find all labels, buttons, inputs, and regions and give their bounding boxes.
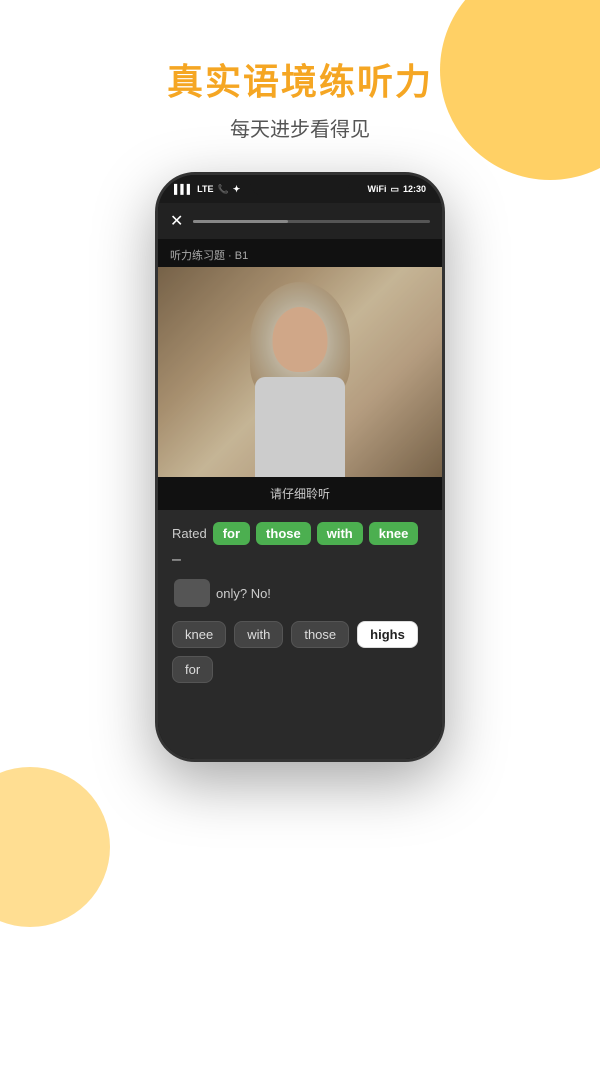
only-no-text: only? No!	[216, 586, 271, 601]
status-right: WiFi ▭ 12:30	[368, 184, 426, 195]
progress-bar	[193, 220, 430, 223]
option-knee[interactable]: knee	[172, 621, 226, 648]
battery-icon: ▭	[390, 184, 399, 195]
progress-fill	[193, 220, 288, 223]
option-for[interactable]: for	[172, 656, 213, 683]
wifi-icon: WiFi	[368, 184, 387, 194]
screen-topbar: ✕	[158, 203, 442, 239]
phone-container: ▌▌▌ LTE 📞 ✦ WiFi ▭ 12:30 ✕ 听力练习题 · B1	[0, 172, 600, 762]
option-with[interactable]: with	[234, 621, 283, 648]
option-those[interactable]: those	[291, 621, 349, 648]
close-button[interactable]: ✕	[170, 211, 183, 231]
video-thumbnail	[158, 267, 442, 477]
video-area	[158, 267, 442, 477]
sentence-rated-label: Rated	[172, 526, 207, 541]
phone-mockup: ▌▌▌ LTE 📞 ✦ WiFi ▭ 12:30 ✕ 听力练习题 · B1	[155, 172, 445, 762]
answer-panel: Rated for those with knee – only? No! kn…	[158, 510, 442, 759]
exercise-label: 听力练习题 · B1	[158, 239, 442, 267]
sentence-row: Rated for those with knee –	[172, 522, 428, 569]
word-chip-those: those	[256, 522, 311, 545]
video-overlay	[158, 267, 442, 477]
dash-separator: –	[172, 551, 181, 569]
power-button	[442, 275, 445, 325]
word-chip-knee: knee	[369, 522, 419, 545]
only-no-row: only? No!	[174, 579, 428, 607]
main-title: 真实语境练听力	[0, 60, 600, 103]
options-row: knee with those highs for	[172, 621, 428, 683]
listen-instruction: 请仔细聆听	[158, 477, 442, 510]
word-chip-with: with	[317, 522, 363, 545]
bluetooth-icon: ✦	[233, 184, 241, 195]
network-type: LTE	[197, 184, 213, 194]
phone-icon: 📞	[217, 184, 228, 195]
status-left: ▌▌▌ LTE 📞 ✦	[174, 184, 240, 195]
header-section: 真实语境练听力 每天进步看得见	[0, 0, 600, 142]
blank-chip	[174, 579, 210, 607]
time-display: 12:30	[403, 184, 426, 194]
word-chip-for: for	[213, 522, 250, 545]
phone-notch	[250, 175, 350, 197]
phone-screen: ✕ 听力练习题 · B1	[158, 203, 442, 759]
decorative-circle-bottom	[0, 767, 110, 927]
sub-title: 每天进步看得见	[0, 113, 600, 142]
signal-bars: ▌▌▌	[174, 184, 193, 194]
option-highs[interactable]: highs	[357, 621, 418, 648]
